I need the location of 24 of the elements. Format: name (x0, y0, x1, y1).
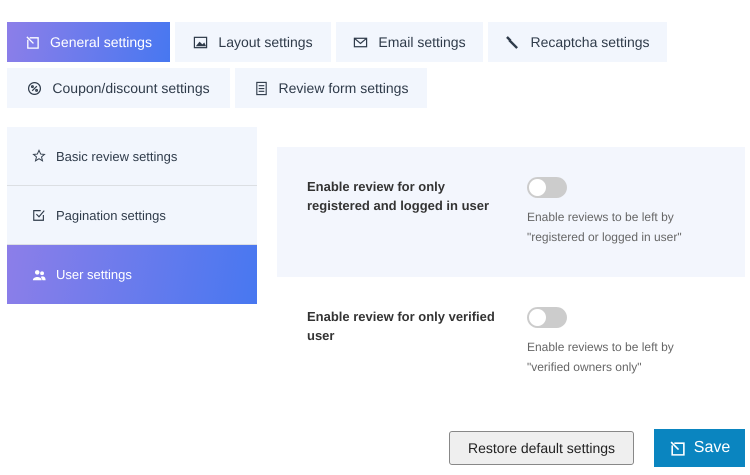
image-icon (193, 34, 208, 50)
envelope-icon (353, 34, 368, 50)
edit-icon (25, 34, 40, 50)
setting-description: Enable reviews to be left by "verified owners only" (527, 339, 675, 376)
tab[interactable]: Recaptcha settings (488, 22, 667, 62)
toggle-switch[interactable] (527, 177, 567, 198)
save-button[interactable]: Save (654, 429, 745, 467)
restore-button[interactable]: Restore default settings (449, 431, 634, 465)
setting-label: Enable review for only verified user (307, 308, 496, 345)
edit-icon (668, 440, 686, 456)
tab[interactable]: Review form settings (235, 68, 427, 108)
star-icon (32, 149, 46, 163)
setting-label: Enable review for only registered and logged in user (307, 178, 490, 215)
tab[interactable]: Email settings (336, 22, 483, 62)
checkbox-icon (32, 208, 46, 222)
setting-description: Enable reviews to be left by "registered or logged in user" (527, 209, 683, 246)
percent-icon (27, 80, 42, 96)
tab[interactable]: Coupon/discount settings (7, 68, 230, 108)
tab[interactable]: General settings (7, 22, 170, 62)
sidebar-item[interactable]: User settings (7, 245, 257, 304)
document-icon (254, 80, 269, 96)
tab[interactable]: Layout settings (175, 22, 331, 62)
toggle-switch[interactable] (527, 307, 567, 328)
users-icon (32, 268, 46, 282)
